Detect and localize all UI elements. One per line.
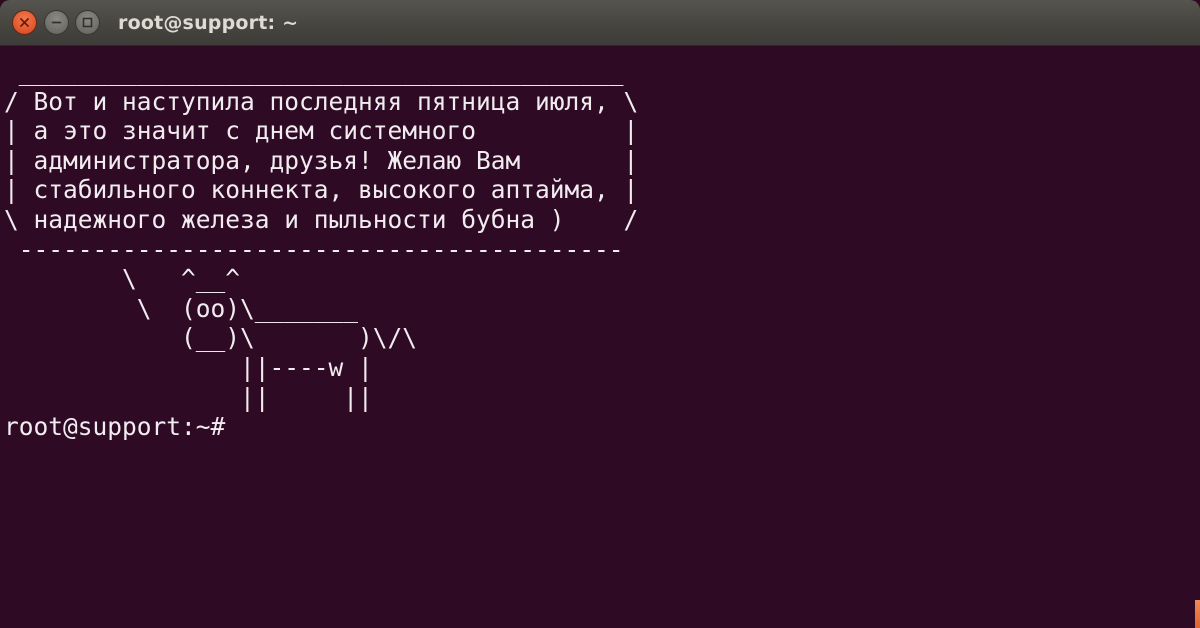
close-button[interactable]	[12, 10, 37, 35]
cow-art-line: ||----w |	[4, 352, 373, 382]
cow-art-line: \ (oo)\_______	[4, 293, 359, 323]
window-title: root@support: ~	[118, 12, 299, 34]
terminal-area[interactable]: ________________________________________…	[0, 46, 1200, 628]
minimize-icon	[51, 21, 62, 24]
cowsay-bubble-line: | а это значит с днем системного |	[4, 116, 639, 146]
cowsay-bubble-line: | администратора, друзья! Желаю Вам |	[4, 145, 639, 175]
title-bar[interactable]: root@support: ~	[0, 0, 1200, 46]
minimize-button[interactable]	[44, 10, 69, 35]
terminal-output: ________________________________________…	[4, 57, 638, 442]
cowsay-bubble-line: \ надежного железа и пыльности бубна ) /	[4, 204, 639, 234]
cowsay-bubble-line: | стабильного коннекта, высокого аптайма…	[4, 175, 639, 205]
cowsay-bubble-top: ________________________________________…	[4, 57, 624, 86]
terminal-window: root@support: ~ ________________________…	[0, 0, 1200, 628]
maximize-button[interactable]	[75, 10, 100, 35]
cow-art-line: (__)\ )\/\	[4, 323, 418, 353]
background-window-edge	[1195, 600, 1200, 628]
cow-art-line: \ ^__^	[4, 264, 241, 294]
close-icon	[20, 18, 29, 27]
cowsay-bubble-bottom: ----------------------------------------…	[4, 234, 624, 264]
maximize-icon	[82, 17, 93, 28]
prompt-line[interactable]: root@support:~#	[4, 412, 638, 442]
shell-prompt: root@support:~#	[4, 412, 226, 442]
cowsay-bubble-line: / Вот и наступила последняя пятница июля…	[4, 86, 639, 116]
cow-art-line: || ||	[4, 382, 373, 412]
